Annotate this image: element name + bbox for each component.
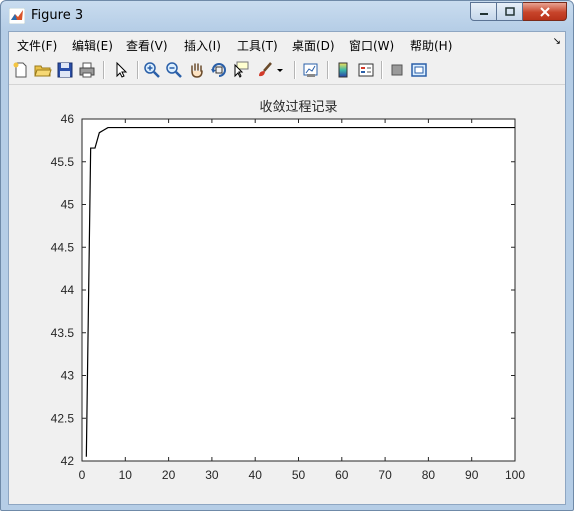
toolbar-separator xyxy=(294,61,296,79)
hide-plot-tools-icon xyxy=(391,64,403,76)
link-plot-button[interactable] xyxy=(300,59,322,81)
insert-colorbar-icon xyxy=(338,62,348,78)
figure-window: Figure 3 文件(F) 编辑(E) 查看(V) 插入(I) 工具(T) 桌… xyxy=(0,0,574,511)
insert-colorbar-button[interactable] xyxy=(332,59,354,81)
x-tick-label: 60 xyxy=(335,468,349,482)
close-button[interactable] xyxy=(523,2,567,21)
brush-icon xyxy=(259,62,272,77)
open-file-button[interactable] xyxy=(32,59,54,81)
zoom-out-icon xyxy=(166,62,182,78)
toolbar-separator xyxy=(381,61,383,79)
minimize-icon xyxy=(479,12,488,15)
print-button[interactable] xyxy=(76,59,98,81)
maximize-button[interactable] xyxy=(497,2,523,21)
x-tick-label: 0 xyxy=(79,468,86,482)
y-tick-label: 42 xyxy=(61,454,75,468)
toolbar-separator xyxy=(327,61,329,79)
y-tick-label: 43.5 xyxy=(51,326,75,340)
close-icon xyxy=(539,6,550,17)
edit-plot-button[interactable] xyxy=(110,59,132,81)
pan-hand-icon xyxy=(191,63,203,78)
insert-legend-button[interactable] xyxy=(355,59,377,81)
rotate-3d-button[interactable] xyxy=(208,59,230,81)
y-tick-label: 42.5 xyxy=(51,411,75,425)
data-cursor-icon xyxy=(234,61,249,78)
y-tick-label: 45.5 xyxy=(51,155,75,169)
show-plot-tools-button[interactable] xyxy=(408,59,430,81)
zoom-in-button[interactable] xyxy=(141,59,163,81)
x-tick-label: 20 xyxy=(162,468,176,482)
zoom-in-icon xyxy=(144,62,160,78)
zoom-out-button[interactable] xyxy=(163,59,185,81)
y-tick-label: 45 xyxy=(61,198,75,212)
link-plot-icon xyxy=(303,63,318,77)
new-figure-button[interactable] xyxy=(10,59,32,81)
menu-edit[interactable]: 编辑(E) xyxy=(72,37,113,54)
save-icon xyxy=(57,62,73,78)
show-plot-tools-icon xyxy=(411,63,427,77)
brush-dropdown-button[interactable] xyxy=(275,59,285,81)
toolbar-separator xyxy=(137,61,139,79)
minimize-button[interactable] xyxy=(470,2,497,21)
menu-bar: 文件(F) 编辑(E) 查看(V) 插入(I) 工具(T) 桌面(D) 窗口(W… xyxy=(9,32,565,56)
menu-insert[interactable]: 插入(I) xyxy=(184,37,221,54)
x-tick-label: 80 xyxy=(422,468,436,482)
menu-help[interactable]: 帮助(H) xyxy=(410,37,452,54)
line-chart: 0 10 20 30 40 50 60 70 80 90 100 42 42.5 43 43.5 44 44.5… xyxy=(51,99,526,482)
brush-dropdown-icon xyxy=(277,69,283,72)
maximize-icon xyxy=(504,6,515,16)
rotate-3d-icon xyxy=(211,63,226,77)
y-tick-label: 44.5 xyxy=(51,240,75,254)
y-tick-label: 46 xyxy=(61,112,75,126)
x-tick-label: 90 xyxy=(465,468,479,482)
menu-view[interactable]: 查看(V) xyxy=(126,37,168,54)
toolbar-separator xyxy=(103,61,105,79)
matlab-logo-icon xyxy=(9,8,25,24)
x-tick-label: 100 xyxy=(505,468,525,482)
y-tick-label: 43 xyxy=(61,369,75,383)
save-button[interactable] xyxy=(54,59,76,81)
menu-desktop[interactable]: 桌面(D) xyxy=(292,37,335,54)
new-figure-icon xyxy=(13,62,27,78)
x-tick-label: 30 xyxy=(205,468,219,482)
print-icon xyxy=(79,62,95,78)
menu-overflow-icon[interactable]: ↘ xyxy=(553,36,561,47)
x-tick-label: 50 xyxy=(292,468,306,482)
brush-button[interactable] xyxy=(254,59,276,81)
open-file-icon xyxy=(34,65,52,77)
y-tick-label: 44 xyxy=(61,283,75,297)
caption-buttons xyxy=(470,2,567,21)
figure-client-area: 文件(F) 编辑(E) 查看(V) 插入(I) 工具(T) 桌面(D) 窗口(W… xyxy=(8,31,566,505)
menu-window[interactable]: 窗口(W) xyxy=(349,37,394,54)
chart-title: 收敛过程记录 xyxy=(259,99,337,115)
menu-tools[interactable]: 工具(T) xyxy=(237,37,278,54)
figure-canvas: 0 10 20 30 40 50 60 70 80 90 100 42 42.5 43 43.5 44 44.5… xyxy=(9,85,565,504)
plot-area xyxy=(81,118,516,462)
pan-button[interactable] xyxy=(186,59,208,81)
x-tick-label: 10 xyxy=(119,468,133,482)
title-bar[interactable]: Figure 3 xyxy=(1,1,573,31)
insert-legend-icon xyxy=(358,63,374,77)
x-tick-label: 70 xyxy=(378,468,392,482)
figure-toolbar xyxy=(9,56,565,85)
edit-plot-arrow-icon xyxy=(116,61,128,78)
x-tick-label: 40 xyxy=(249,468,263,482)
data-cursor-button[interactable] xyxy=(230,59,252,81)
hide-plot-tools-button[interactable] xyxy=(386,59,408,81)
window-title: Figure 3 xyxy=(31,8,84,23)
menu-file[interactable]: 文件(F) xyxy=(17,37,57,54)
